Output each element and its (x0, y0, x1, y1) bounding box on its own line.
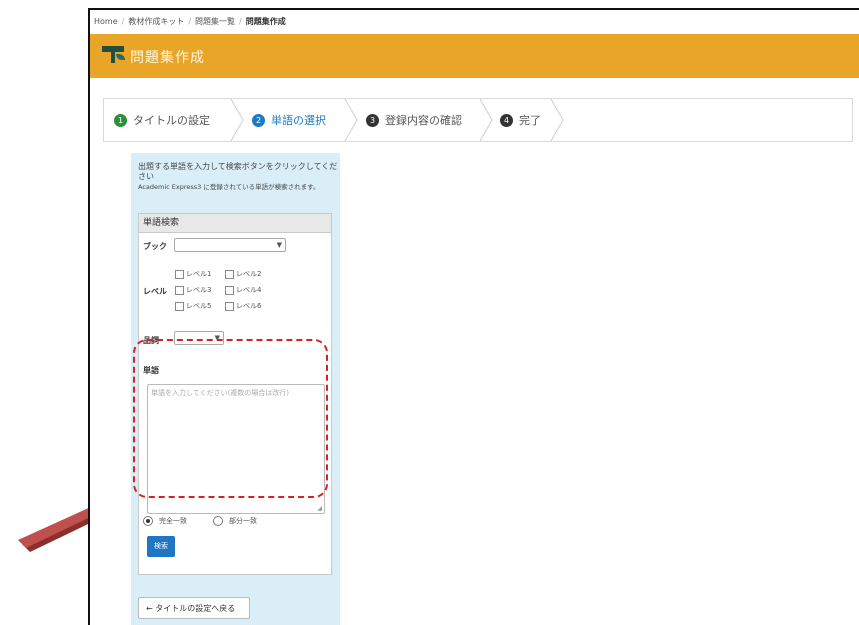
page-header: 問題集作成 (90, 34, 859, 78)
level5-checkbox[interactable]: レベル5 (175, 301, 211, 311)
word-search-header: 単語検索 (139, 214, 331, 233)
breadcrumb: Home / 教材作成キット / 問題集一覧 / 問題集作成 (94, 17, 286, 26)
book-label: ブック (143, 242, 167, 251)
instructions: 出題する単語を入力して検索ボタンをクリックしてください Academic Exp… (138, 162, 338, 191)
resize-grip-icon[interactable]: ◢ (317, 505, 322, 512)
app-window: Home / 教材作成キット / 問題集一覧 / 問題集作成 問題集作成 1 タイトルの設定 … (88, 8, 859, 625)
level3-checkbox[interactable]: レベル3 (175, 285, 211, 295)
back-to-title-button[interactable]: ← タイトルの設定へ戻る (138, 597, 250, 619)
breadcrumb-list[interactable]: 問題集一覧 (195, 17, 235, 26)
breadcrumb-kit[interactable]: 教材作成キット (128, 17, 184, 26)
book-select[interactable]: ▼ (174, 238, 286, 252)
breadcrumb-home[interactable]: Home (94, 17, 118, 26)
step-title-setting: 1 タイトルの設定 (114, 99, 210, 141)
level4-checkbox[interactable]: レベル4 (225, 285, 261, 295)
search-button[interactable]: 検索 (147, 536, 175, 557)
level1-checkbox[interactable]: レベル1 (175, 269, 211, 279)
screenshot-page: Home / 教材作成キット / 問題集一覧 / 問題集作成 問題集作成 1 タイトルの設定 … (0, 0, 859, 625)
step-confirm: 3 登録内容の確認 (366, 99, 462, 141)
exact-match-radio[interactable]: 完全一致 (143, 516, 187, 526)
level6-checkbox[interactable]: レベル6 (225, 301, 261, 311)
breadcrumb-current: 問題集作成 (245, 17, 286, 26)
step-word-select: 2 単語の選択 (252, 99, 326, 141)
annotation-highlight (133, 339, 328, 498)
page-title: 問題集作成 (130, 50, 205, 66)
partial-match-radio[interactable]: 部分一致 (213, 516, 257, 526)
app-logo-icon (102, 46, 125, 64)
level2-checkbox[interactable]: レベル2 (225, 269, 261, 279)
step-indicator: 1 タイトルの設定 2 単語の選択 3 登録内容の確認 4 完了 (103, 98, 853, 142)
chevron-down-icon: ▼ (276, 241, 282, 249)
step-complete: 4 完了 (500, 99, 541, 141)
level-label: レベル (143, 287, 167, 296)
